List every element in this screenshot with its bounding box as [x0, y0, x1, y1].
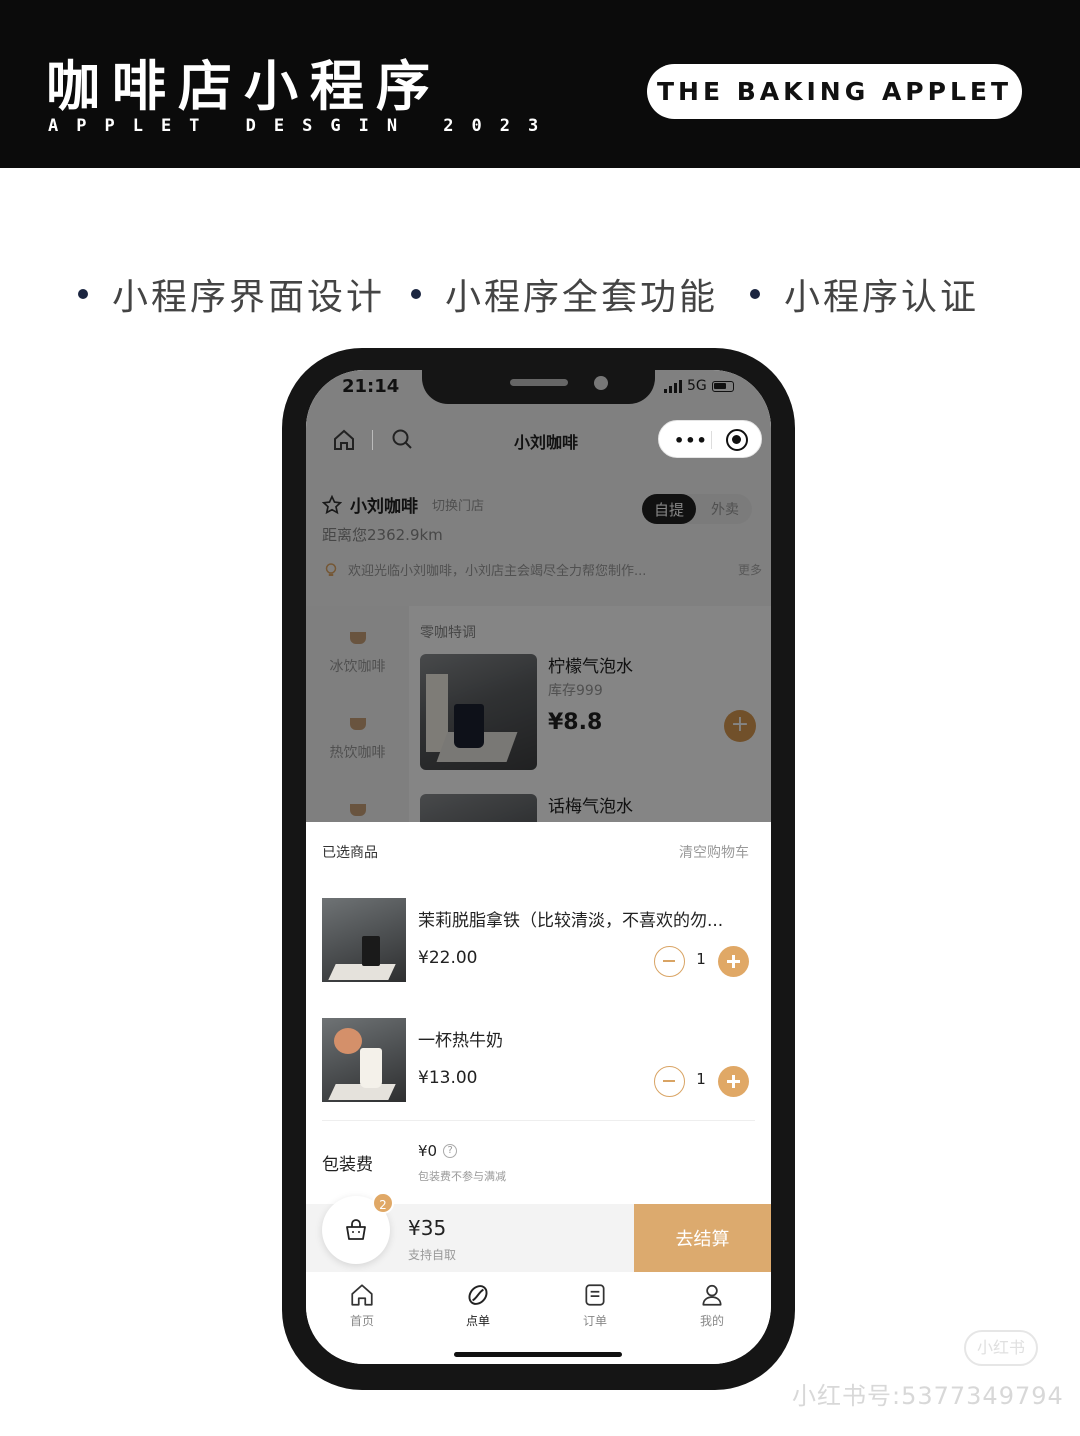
close-target-icon[interactable] — [726, 429, 748, 451]
banner-title: 咖啡店小程序 — [46, 55, 442, 118]
cart-item: 茉莉脱脂拿铁（比较清淡，不喜欢的勿... ¥22.00 1 — [306, 898, 771, 988]
miniprogram-capsule: ••• — [658, 420, 762, 458]
tab-label: 我的 — [699, 1314, 724, 1328]
cart-item-image — [322, 1018, 406, 1102]
cart-item-image — [322, 898, 406, 982]
basket-icon — [346, 1219, 366, 1240]
watermark-logo: 小红书 — [964, 1330, 1038, 1366]
camera — [594, 376, 608, 390]
home-indicator[interactable] — [454, 1352, 622, 1357]
feature-item: 小程序全套功能 — [411, 268, 718, 320]
coffee-bean-icon — [468, 1285, 488, 1305]
header-banner: 咖啡店小程序 APPLET DESGIN 2023 THE BAKING APP… — [0, 0, 1080, 168]
phone-notch — [422, 370, 655, 404]
status-time: 21:14 — [342, 376, 400, 397]
feature-label: 小程序界面设计 — [112, 277, 386, 318]
signal-icon — [664, 379, 682, 393]
tab-label: 订单 — [582, 1314, 607, 1328]
phone-screen: 小刘咖啡 切换门店 距离您2362.9km 自提 外卖 欢迎光临小刘咖啡，小刘店… — [306, 370, 771, 1364]
cart-item-price: ¥22.00 — [418, 948, 478, 968]
cart-divider — [322, 1120, 755, 1121]
increase-quantity-button[interactable] — [718, 1066, 749, 1097]
banner-pill: THE BAKING APPLET — [647, 64, 1022, 119]
increase-quantity-button[interactable] — [718, 946, 749, 977]
cart-count-badge: 2 — [372, 1192, 394, 1214]
decrease-quantity-button[interactable] — [654, 1066, 685, 1097]
tab-orders[interactable]: 订单 — [555, 1282, 635, 1329]
quantity-value: 1 — [696, 950, 706, 968]
feature-item: 小程序界面设计 — [78, 268, 385, 320]
cart-item-price: ¥13.00 — [418, 1068, 478, 1088]
feature-label: 小程序全套功能 — [445, 277, 719, 318]
pickup-note: 支持自取 — [408, 1248, 457, 1262]
thumb-flowers — [334, 1028, 362, 1054]
tab-label: 点单 — [465, 1314, 490, 1328]
banner-subtitle: APPLET DESGIN 2023 — [48, 116, 557, 136]
cart-item-name: 一杯热牛奶 — [418, 1031, 503, 1051]
more-options-button[interactable]: ••• — [674, 431, 708, 450]
feature-list: 小程序界面设计 小程序全套功能 小程序认证 — [0, 268, 1080, 324]
packaging-price: ¥0 — [418, 1142, 438, 1160]
cart-total: ¥35 — [408, 1216, 447, 1240]
tab-label: 首页 — [349, 1314, 374, 1328]
order-list-icon — [585, 1284, 605, 1306]
capsule-divider — [711, 431, 712, 449]
thumb-cup — [362, 936, 380, 966]
packaging-note: 包装费不参与满减 — [418, 1170, 506, 1183]
bullet-dot — [411, 289, 421, 299]
watermark-id: 小红书号:5377349794 — [792, 1382, 1064, 1410]
status-indicators: 5G — [664, 378, 734, 394]
battery-icon — [711, 380, 734, 392]
thumb-cup — [360, 1048, 382, 1088]
bullet-dot — [78, 289, 88, 299]
nav-bar: 小刘咖啡 ••• — [306, 418, 771, 462]
user-icon — [702, 1284, 722, 1306]
feature-label: 小程序认证 — [784, 277, 980, 318]
speaker — [510, 379, 568, 386]
tab-order[interactable]: 点单 — [438, 1282, 518, 1329]
cart-item: 一杯热牛奶 ¥13.00 1 — [306, 1018, 771, 1108]
packaging-price-row: ¥0 ? — [418, 1142, 458, 1160]
cart-header-title: 已选商品 — [322, 845, 378, 861]
help-icon[interactable]: ? — [443, 1144, 458, 1158]
thumb-tray — [328, 964, 396, 980]
network-type: 5G — [687, 378, 707, 394]
phone-frame: 小刘咖啡 切换门店 距离您2362.9km 自提 外卖 欢迎光临小刘咖啡，小刘店… — [282, 348, 795, 1390]
checkout-button[interactable]: 去结算 — [634, 1204, 771, 1272]
feature-item: 小程序认证 — [750, 268, 979, 320]
tab-profile[interactable]: 我的 — [672, 1282, 752, 1329]
quantity-value: 1 — [696, 1070, 706, 1088]
home-icon — [351, 1284, 373, 1306]
checkout-bar: 2 ¥35 支持自取 去结算 — [306, 1192, 771, 1272]
packaging-label: 包装费 — [322, 1155, 373, 1175]
decrease-quantity-button[interactable] — [654, 946, 685, 977]
clear-cart-button[interactable]: 清空购物车 — [679, 842, 749, 862]
tab-home[interactable]: 首页 — [322, 1282, 402, 1329]
cart-item-name: 茉莉脱脂拿铁（比较清淡，不喜欢的勿... — [418, 911, 724, 931]
bullet-dot — [750, 289, 760, 299]
tab-bar: 首页 点单 订单 我的 — [306, 1272, 771, 1364]
